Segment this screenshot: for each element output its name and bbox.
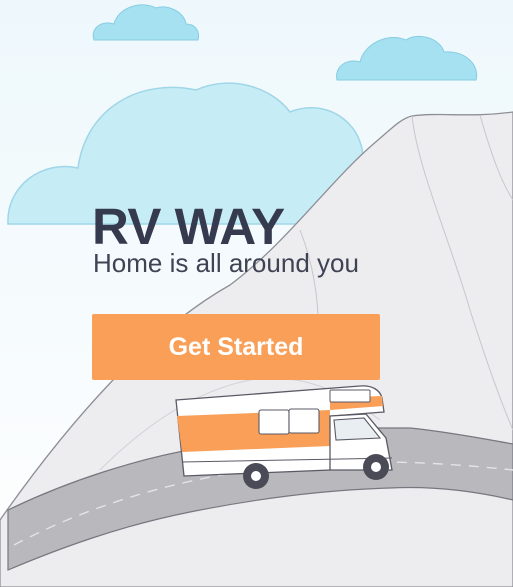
get-started-button[interactable]: Get Started [92, 314, 380, 380]
hero-illustration [0, 4, 513, 587]
cloud-icon [336, 36, 478, 81]
brand-title: RV WAY [92, 198, 285, 255]
landing-screen: RV WAY Home is all around you Get Starte… [0, 0, 513, 587]
cloud-icon [92, 4, 199, 41]
brand-tagline: Home is all around you [93, 248, 359, 278]
